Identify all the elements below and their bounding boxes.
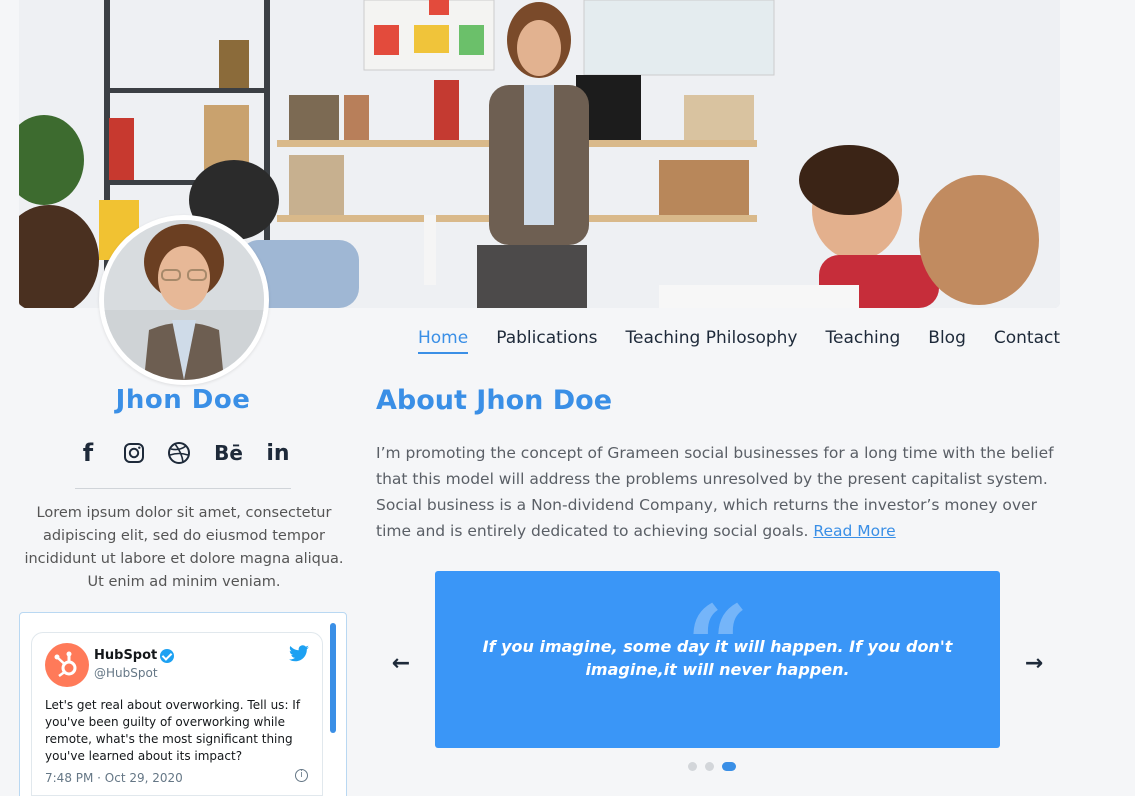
twitter-embed-widget: HubSpot @HubSpot Let's get real about ov…: [19, 612, 347, 796]
widget-scrollbar[interactable]: [330, 623, 336, 733]
arrow-right-icon[interactable]: →: [1022, 652, 1046, 676]
carousel-dots: [688, 762, 736, 771]
tweet-account-name-text: HubSpot: [94, 648, 158, 663]
verified-badge-icon: [160, 648, 175, 663]
nav-item-teaching-philosophy[interactable]: Teaching Philosophy: [626, 328, 798, 354]
quote-text: If you imagine, some day it will happen.…: [482, 637, 953, 679]
nav-item-publications[interactable]: Pablications: [496, 328, 597, 354]
carousel-dot-2[interactable]: [705, 762, 714, 771]
arrow-left-icon[interactable]: ←: [389, 652, 413, 676]
about-title: About Jhon Doe: [376, 385, 613, 416]
info-icon[interactable]: i: [295, 769, 308, 782]
nav-item-teaching[interactable]: Teaching: [825, 328, 900, 354]
read-more-link[interactable]: Read More: [813, 522, 895, 540]
linkedin-icon[interactable]: in: [265, 440, 291, 466]
nav-item-blog[interactable]: Blog: [928, 328, 966, 354]
nav-item-home[interactable]: Home: [418, 328, 469, 354]
tweet-account-name[interactable]: HubSpot: [94, 648, 175, 663]
hubspot-avatar[interactable]: [45, 643, 89, 687]
carousel-dot-3[interactable]: [722, 762, 736, 771]
dribbble-icon[interactable]: [166, 440, 192, 466]
instagram-icon[interactable]: [121, 440, 147, 466]
tweet-timestamp[interactable]: 7:48 PM · Oct 29, 2020: [45, 771, 183, 785]
profile-avatar: [99, 215, 269, 385]
profile-name: Jhon Doe: [115, 385, 251, 415]
tweet-handle[interactable]: @HubSpot: [94, 666, 158, 680]
about-text: I’m promoting the concept of Grameen soc…: [376, 440, 1060, 544]
tweet-card[interactable]: HubSpot @HubSpot Let's get real about ov…: [31, 632, 323, 796]
twitter-bird-icon[interactable]: [288, 645, 310, 663]
profile-bio: Lorem ipsum dolor sit amet, consectetur …: [24, 505, 344, 590]
behance-icon[interactable]: Bē: [212, 440, 246, 466]
nav-item-contact[interactable]: Contact: [994, 328, 1060, 354]
facebook-icon[interactable]: f: [75, 439, 101, 467]
social-links: f Bē in: [75, 439, 291, 467]
tweet-text: Let's get real about overworking. Tell u…: [45, 698, 301, 763]
main-nav: Home Pablications Teaching Philosophy Te…: [418, 328, 1060, 354]
profile-divider: [75, 488, 291, 489]
carousel-dot-1[interactable]: [688, 762, 697, 771]
quote-slide: “ If you imagine, some day it will happe…: [435, 571, 1000, 748]
about-paragraph: I’m promoting the concept of Grameen soc…: [376, 444, 1054, 540]
